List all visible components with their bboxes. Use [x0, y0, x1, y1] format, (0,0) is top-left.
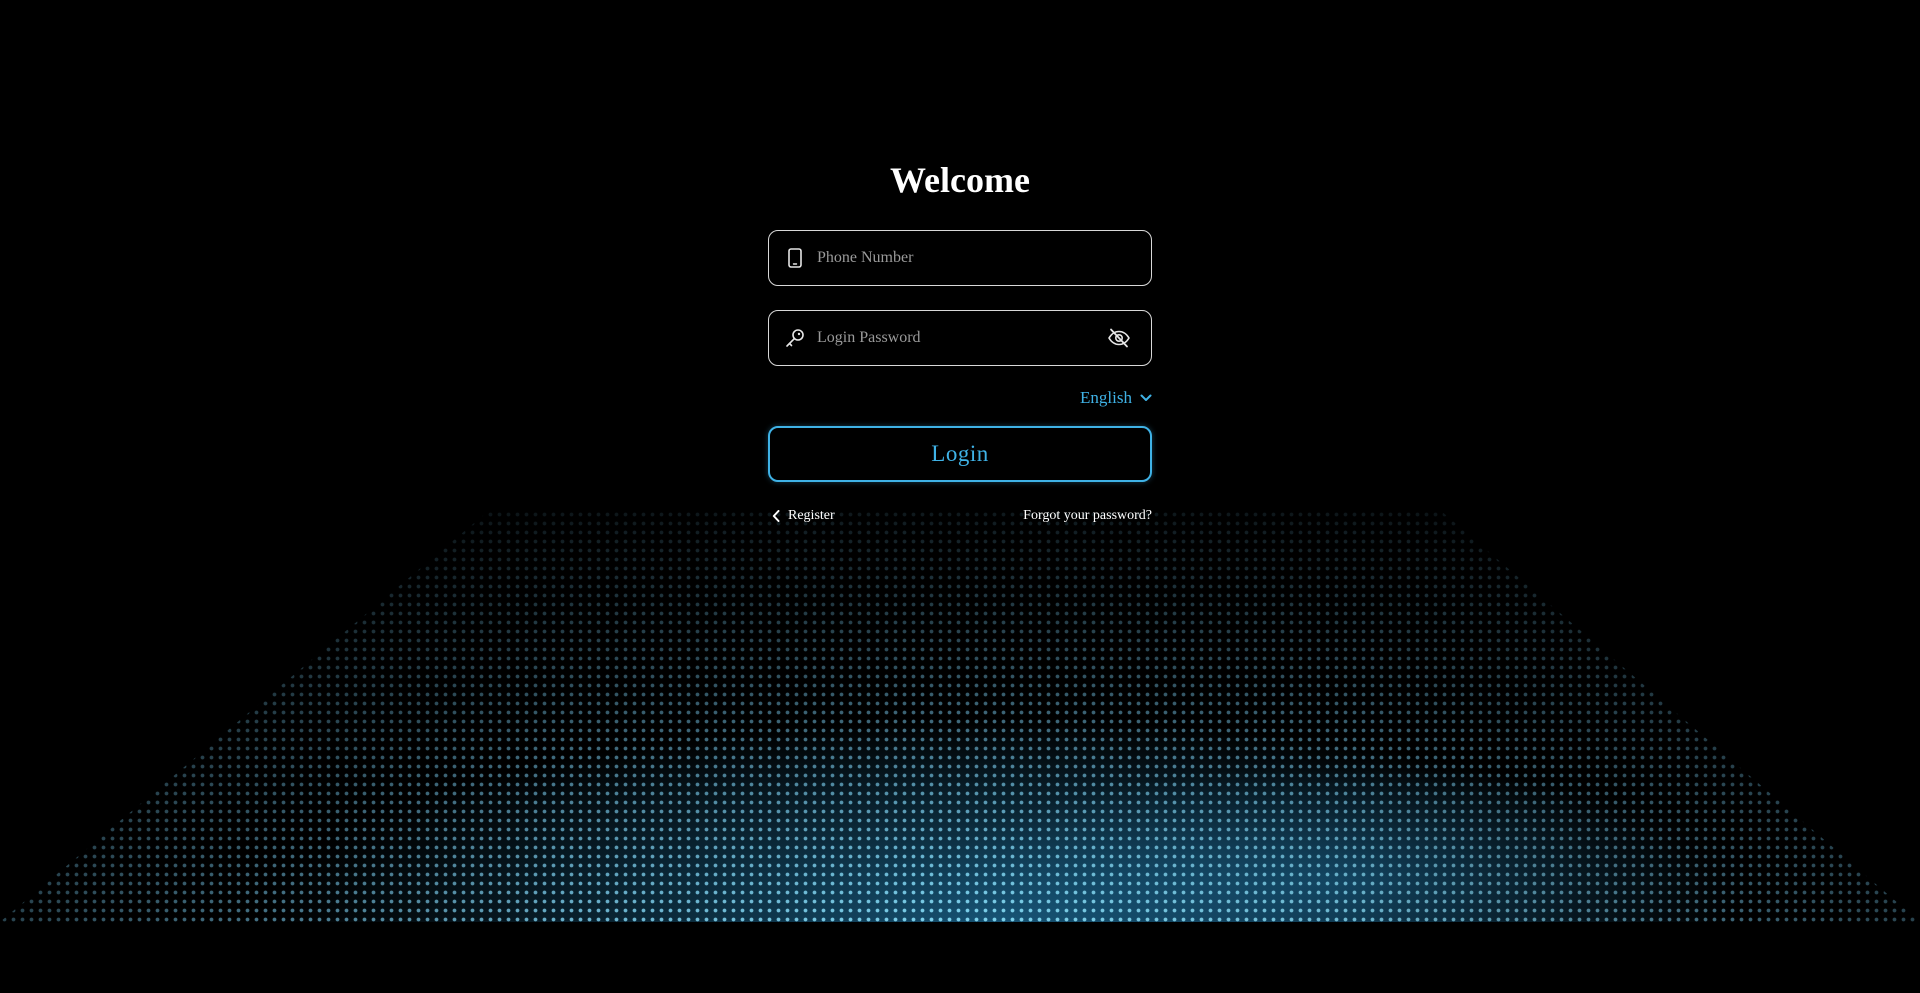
- login-page: Welcome Phone Number English Login Regis…: [0, 0, 1920, 993]
- floor-shade: [0, 510, 1920, 922]
- language-label: English: [1080, 388, 1132, 407]
- login-panel: Welcome Phone Number English Login Regis…: [768, 150, 1152, 524]
- login-button[interactable]: Login: [768, 426, 1152, 482]
- eye-off-icon[interactable]: [1107, 326, 1131, 350]
- password-input[interactable]: [817, 311, 1107, 365]
- mobile-phone-icon: [785, 248, 805, 268]
- key-icon: [785, 328, 805, 348]
- auth-links: Register Forgot your password?: [768, 508, 1152, 524]
- chevron-down-icon: [1140, 394, 1152, 402]
- language-row: English: [768, 388, 1152, 408]
- language-selector[interactable]: English: [1080, 388, 1152, 408]
- dotted-floor-background: [0, 510, 1920, 922]
- register-link[interactable]: Register: [768, 508, 835, 524]
- password-field[interactable]: [768, 310, 1152, 366]
- register-label: Register: [788, 508, 835, 523]
- phone-input[interactable]: [817, 231, 1151, 285]
- page-title: Welcome: [890, 160, 1030, 200]
- forgot-password-link[interactable]: Forgot your password?: [1023, 508, 1152, 524]
- phone-field[interactable]: [768, 230, 1152, 286]
- chevron-left-icon: [772, 510, 780, 522]
